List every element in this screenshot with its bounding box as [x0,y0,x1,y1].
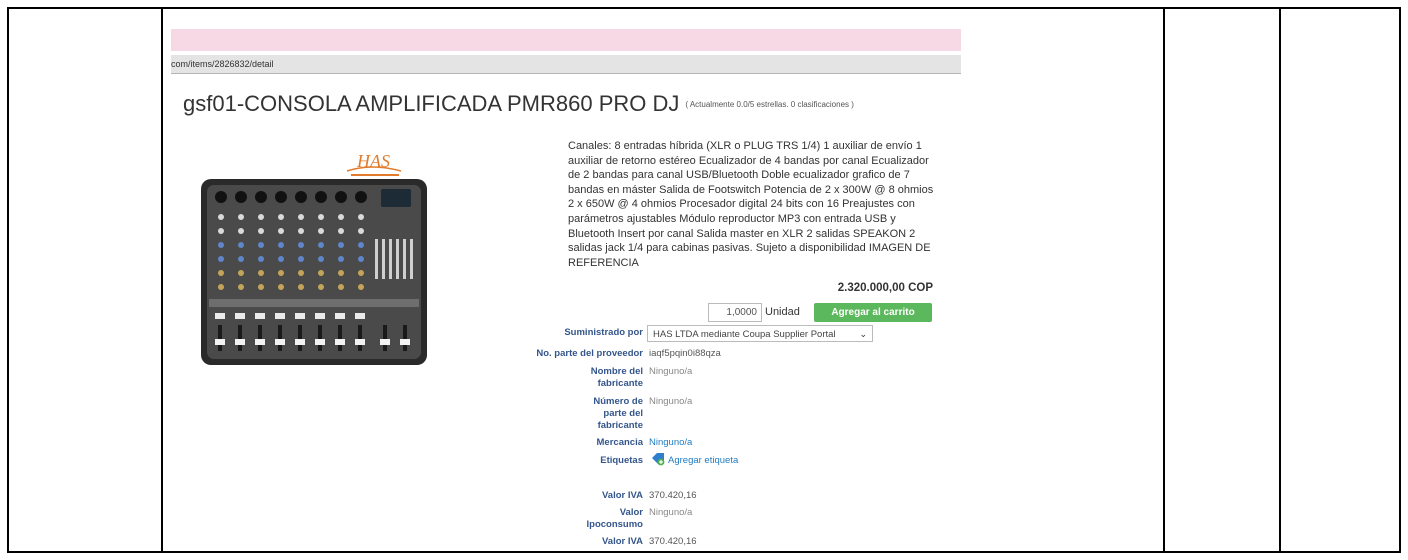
supplier-part-label: No. parte del proveedor [536,348,643,359]
table-column-divider [1163,7,1165,553]
top-banner [171,29,961,51]
add-tag-label: Agregar etiqueta [668,455,739,466]
supplied-by-label: Suministrado por [564,327,643,338]
table-column-divider [161,7,163,553]
manufacturer-label-line: Nombre del [590,366,643,377]
manufacturer-label: Nombre del fabricante [529,366,643,390]
ipoconsumo-label-line: Valor [619,507,643,518]
manufacturer-part-label-line: Número de [593,396,643,407]
table-border-left [7,7,9,553]
manufacturer-part-value: Ninguno/a [649,396,693,407]
rating-text[interactable]: ( Actualmente 0.0/5 estrellas. 0 clasifi… [685,100,854,109]
table-border-top [7,7,1401,9]
address-bar[interactable]: com/items/2826832/detail [171,55,961,74]
chevron-down-icon: ⌄ [859,329,867,339]
tag-add-icon [651,452,665,466]
ipoconsumo-value: Ninguno/a [649,507,693,518]
commodity-link[interactable]: Ninguno/a [649,437,692,449]
manufacturer-part-label: Número de parte del fabricante [529,396,643,432]
supplier-select[interactable]: HAS LTDA mediante Coupa Supplier Portal … [647,325,873,342]
iva-value: 370.420,16 [649,490,697,501]
add-tag-link[interactable]: Agregar etiqueta [651,452,738,466]
iva-label: Valor IVA [601,490,643,501]
tags-label: Etiquetas [600,455,643,466]
ipoconsumo-label: Valor Ipoconsumo [529,507,643,531]
product-title-row: gsf01-CONSOLA AMPLIFICADA PMR860 PRO DJ (… [183,91,854,117]
product-price: 2.320.000,00 COP [837,282,933,294]
product-title: gsf01-CONSOLA AMPLIFICADA PMR860 PRO DJ [183,91,680,116]
supplier-part-value: iaqf5pqin0i88qza [649,348,721,359]
table-column-divider [1279,7,1281,553]
table-border-right [1399,7,1401,553]
quantity-input[interactable]: 1,0000 [708,303,762,322]
manufacturer-label-line: fabricante [597,378,643,389]
manufacturer-part-label-line: fabricante [597,420,643,431]
product-description: Canales: 8 entradas híbrida (XLR o PLUG … [568,140,934,269]
manufacturer-part-label-line: parte del [603,408,643,419]
product-page-screenshot: com/items/2826832/detail gsf01-CONSOLA A… [171,29,961,551]
commodity-label: Mercancia [596,437,643,448]
unit-label: Unidad [765,306,800,318]
ipoconsumo-label-line: Ipoconsumo [586,519,643,530]
url-text: com/items/2826832/detail [171,59,274,69]
table-border-bottom [7,551,1401,553]
product-image: HAS [197,141,437,371]
supplier-select-value: HAS LTDA mediante Coupa Supplier Portal [653,329,836,340]
iva-label-2: Valor IVA [601,536,643,547]
iva-value-2: 370.420,16 [649,536,697,547]
has-logo: HAS [346,151,402,176]
manufacturer-value: Ninguno/a [649,366,693,377]
add-to-cart-button[interactable]: Agregar al carrito [814,303,932,322]
